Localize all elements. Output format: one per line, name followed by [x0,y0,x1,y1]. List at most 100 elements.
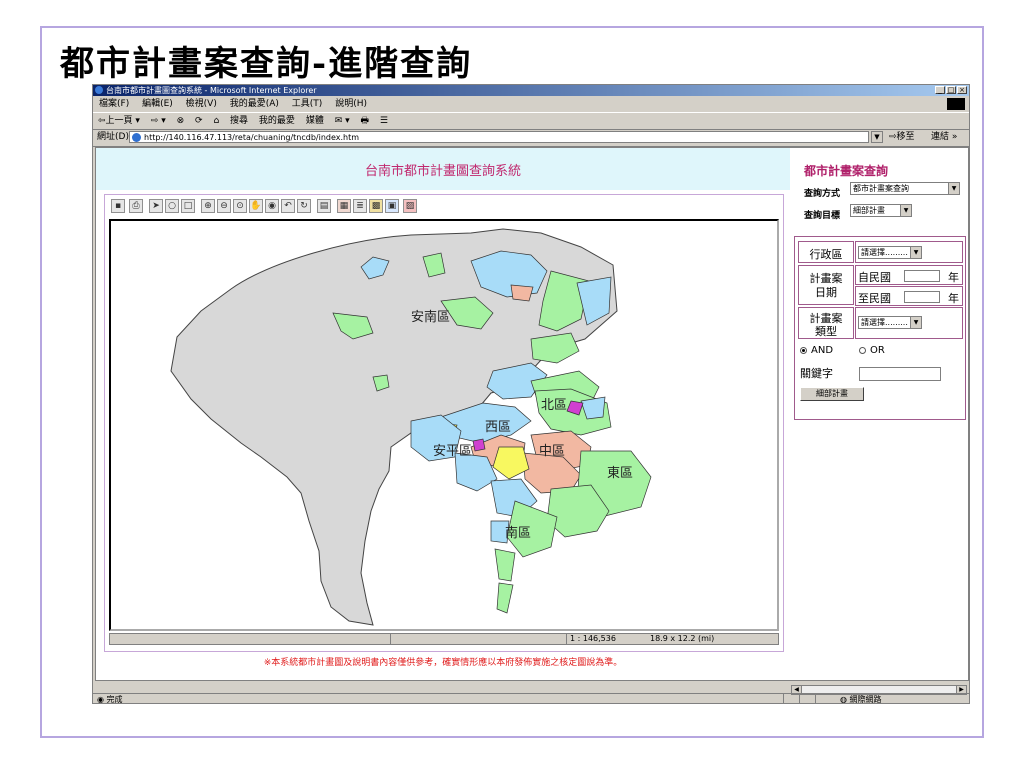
links-button[interactable]: 連結 » [931,129,957,146]
date-to-input[interactable] [904,291,940,303]
main-header: 台南市都市計畫圖查詢系統 [96,148,790,190]
previous-view-icon[interactable]: ↶ [281,199,295,213]
stop-icon[interactable]: ⊗ [177,116,185,126]
query-form: 行政區 請選擇......... ▼ 計畫案 日期 自民國 年 至民國 年 計畫… [794,236,966,420]
keyword-input[interactable] [859,367,941,381]
address-url: http://140.116.47.113/reta/chuaning/tncd… [144,133,360,142]
label-west: 西區 [485,420,511,435]
map-toolbar: ▪ ⎙ ➤ ○ □ ⊕ ⊖ ⊙ ✋ ◉ ↶ ↻ ▤ ▦ ≣ ▩ ▣ ▨ [111,199,529,217]
zoom-extent-icon[interactable]: ⊙ [233,199,247,213]
label-north: 北區 [541,398,567,413]
label-annan: 安南區 [411,309,450,325]
edit-icon[interactable]: ☰ [380,116,388,126]
overview-icon[interactable]: ▣ [385,199,399,213]
status-done: 完成 [106,695,123,704]
radio-and[interactable]: AND [800,345,833,356]
date-label-2: 日期 [815,286,837,299]
map-scale: 1 : 146,536 [570,634,616,643]
refresh-icon[interactable]: ⟳ [195,116,203,126]
print-map-icon[interactable]: ⎙ [129,199,143,213]
menu-view[interactable]: 檢視(V) [186,99,217,109]
pan-hand-icon[interactable]: ✋ [249,199,263,213]
refresh-map-icon[interactable]: ↻ [297,199,311,213]
zoom-out-icon[interactable]: ⊖ [217,199,231,213]
query-method-select[interactable]: 都市計畫案查詢 ▼ [850,182,960,195]
sidebar-title: 都市計畫案查詢 [804,164,889,178]
go-button[interactable]: ⇨移至 [889,129,915,146]
status-segment [783,694,798,704]
year-unit-from: 年 [948,271,959,284]
zoom-in-icon[interactable]: ⊕ [201,199,215,213]
district-select[interactable]: 請選擇......... ▼ [858,246,922,259]
maximize-button[interactable]: □ [946,86,956,94]
media-button[interactable]: 媒體 [306,116,324,126]
date-from-input[interactable] [904,270,940,282]
browser-toolbar: ⇦上一頁 ▾ ⇨ ▾ ⊗ ⟳ ⌂ 搜尋 我的最愛 媒體 ✉ ▾ 🖶 ☰ [93,112,969,130]
radio-or[interactable]: OR [859,345,885,356]
page-icon [132,133,141,142]
globe-icon: ◍ [840,695,847,704]
back-button[interactable]: ⇦上一頁 ▾ [98,116,140,126]
radio-checked-icon [800,346,807,354]
menu-favorites[interactable]: 我的最愛(A) [230,99,279,109]
menu-file[interactable]: 檔案(F) [99,99,129,109]
map-status-segment [110,634,391,644]
search-button[interactable]: 搜尋 [230,116,248,126]
address-dropdown-icon[interactable]: ▼ [871,131,883,143]
close-button[interactable]: × [957,86,967,94]
go-arrow-icon: ⇨ [889,132,897,142]
zone-salmon [510,284,534,302]
date-from-cell: 自民國 年 [855,265,963,285]
type-label-cell: 計畫案 類型 [798,307,854,339]
windows-logo-icon [947,98,965,110]
map-status-bar: 1 : 146,536 18.9 x 12.2 (mi) [109,633,779,645]
slide-title: 都市計畫案查詢-進階查詢 [60,44,473,84]
identify-icon[interactable]: ▤ [317,199,331,213]
internet-zone: ◍ 網際網路 [815,694,969,704]
system-title: 台南市都市計畫圖查詢系統 [364,164,521,179]
rect-select-icon[interactable]: □ [181,199,195,213]
zone-green [494,548,516,582]
print-icon[interactable]: 🖶 [361,116,370,126]
date-label-cell: 計畫案 日期 [798,265,854,305]
save-icon[interactable]: ▪ [111,199,125,213]
map-svg[interactable]: 安南區 北區 西區 安平區 中區 東區 南區 [111,221,777,629]
disclaimer-notice: ※本系統都市計畫圖及說明書內容僅供參考，確實情形應以本府發佈實施之核定圖說為準。 [263,658,623,668]
mail-icon[interactable]: ✉ ▾ [335,116,350,126]
map-size: 18.9 x 12.2 (mi) [650,634,715,643]
type-cell: 請選擇......... ▼ [855,307,963,339]
layers-icon[interactable]: ≣ [353,199,367,213]
query-target-value: 細部計畫 [853,206,885,215]
pointer-icon[interactable]: ➤ [149,199,163,213]
label-east: 東區 [607,465,633,481]
menu-help[interactable]: 說明(H) [335,99,367,109]
window-titlebar[interactable]: 台南市都市計畫圖查詢系統 - Microsoft Internet Explor… [93,85,969,96]
label-south: 南區 [505,525,531,541]
zone-yellow [492,446,530,480]
label-central: 中區 [539,444,565,459]
forward-button[interactable]: ⇨ ▾ [151,116,166,126]
map-view[interactable]: 安南區 北區 西區 安平區 中區 東區 南區 [109,219,779,631]
query-target-label: 查詢目標 [804,211,841,221]
browser-window: 台南市都市計畫圖查詢系統 - Microsoft Internet Explor… [92,84,970,704]
lasso-select-icon[interactable]: ○ [165,199,179,213]
menu-edit[interactable]: 編輯(E) [142,99,173,109]
full-extent-icon[interactable]: ◉ [265,199,279,213]
query-target-select[interactable]: 細部計畫 ▼ [850,204,912,217]
plan-type-select[interactable]: 請選擇......... ▼ [858,316,922,329]
address-bar: 網址(D) http://140.116.47.113/reta/chuanin… [93,129,969,147]
date-to-prefix: 至民國 [858,292,891,305]
menu-tools[interactable]: 工具(T) [292,99,323,109]
ie-icon [95,86,103,94]
address-input[interactable]: http://140.116.47.113/reta/chuaning/tncd… [129,131,869,143]
minimize-button[interactable]: _ [935,86,945,94]
clear-icon[interactable]: ▨ [403,199,417,213]
district-label: 行政區 [809,248,843,261]
favorites-button[interactable]: 我的最愛 [259,116,295,126]
home-icon[interactable]: ⌂ [213,116,219,126]
query-icon[interactable]: ▩ [369,199,383,213]
chevron-down-icon: ▼ [910,317,921,328]
legend-icon[interactable]: ▦ [337,199,351,213]
query-sidebar: 都市計畫案查詢 查詢方式 都市計畫案查詢 ▼ 查詢目標 細部計畫 ▼ 行政區 請選擇… [792,148,968,678]
detail-plan-button[interactable]: 細部計畫 [800,387,864,401]
